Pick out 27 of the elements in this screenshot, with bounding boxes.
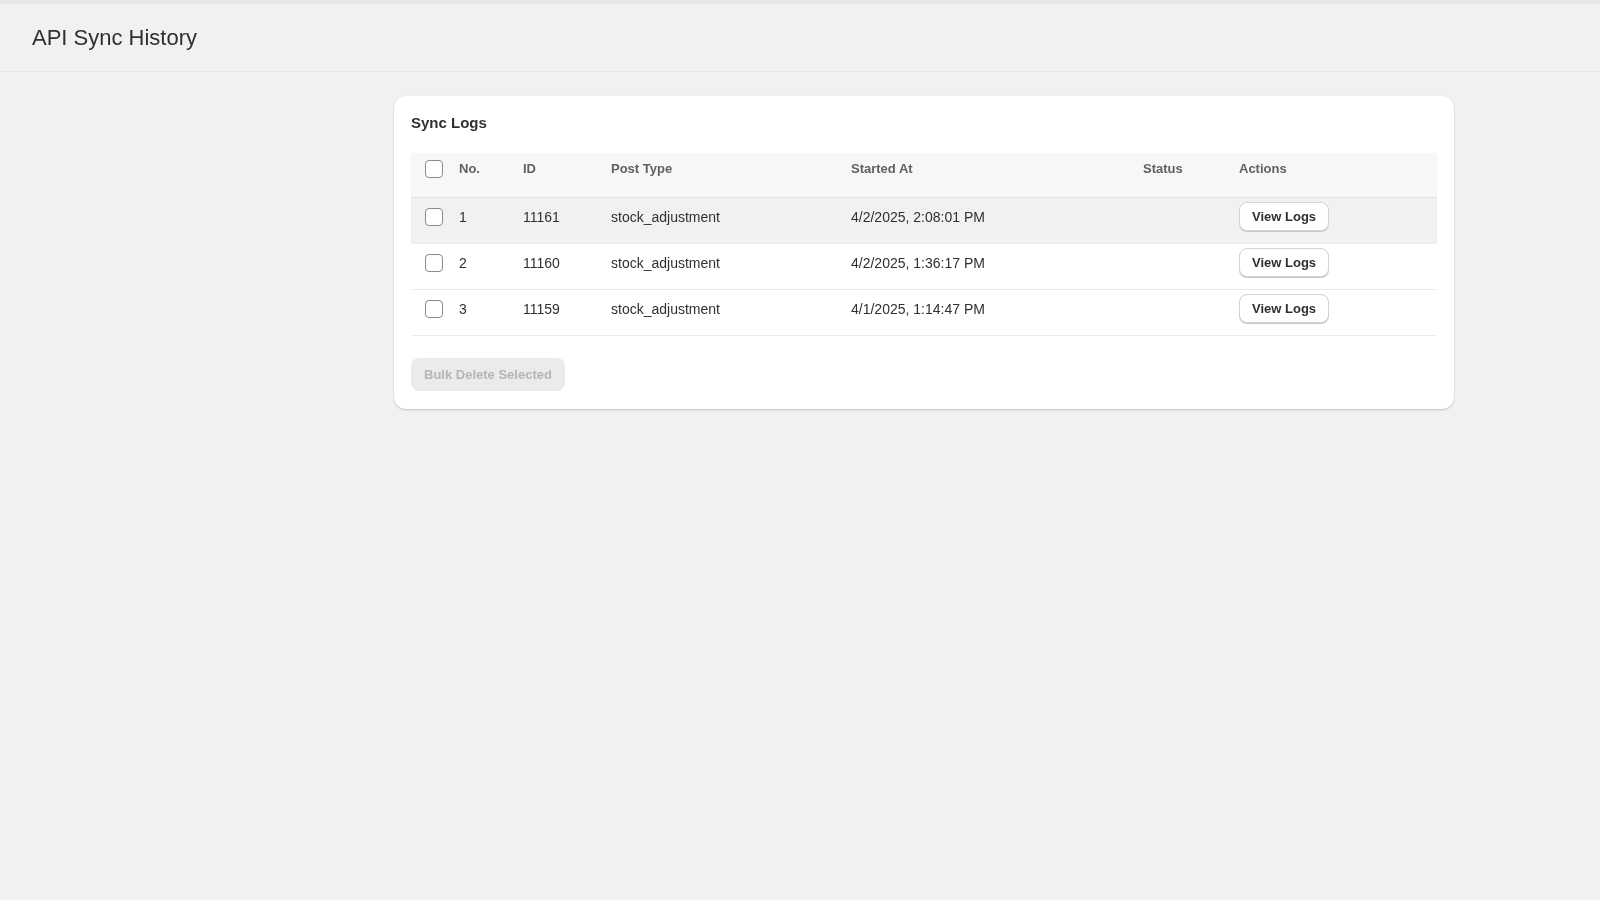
table-cell: 11159 (523, 300, 560, 317)
table-cell: 1 (459, 208, 467, 225)
table-cell: 11160 (523, 254, 560, 271)
table-cell: 4/2/2025, 1:36:17 PM (851, 254, 985, 271)
checkbox[interactable] (425, 299, 443, 318)
column-header: No. (459, 161, 480, 176)
table-cell: 11161 (523, 208, 560, 225)
column-header: ID (523, 161, 536, 176)
table-cell: stock_adjustment (611, 208, 720, 225)
checkbox[interactable] (425, 207, 443, 226)
table-cell: 4/1/2025, 1:14:47 PM (851, 300, 985, 317)
table-cell: 2 (459, 254, 467, 271)
table-cell: 3 (459, 300, 467, 317)
view-logs-button[interactable]: View Logs (1239, 248, 1330, 277)
checkbox[interactable] (425, 253, 443, 272)
card-title: Sync Logs (411, 114, 487, 131)
table-cell: stock_adjustment (611, 254, 720, 271)
column-header: Actions (1239, 161, 1287, 176)
column-header: Started At (851, 161, 913, 176)
checkbox[interactable] (425, 159, 443, 178)
page-title: API Sync History (32, 24, 198, 51)
table-cell: 4/2/2025, 2:08:01 PM (851, 208, 985, 225)
column-header: Status (1143, 161, 1183, 176)
view-logs-button[interactable]: View Logs (1239, 294, 1330, 323)
view-logs-button[interactable]: View Logs (1239, 202, 1330, 231)
table-cell: stock_adjustment (611, 300, 720, 317)
column-header: Post Type (611, 161, 673, 176)
